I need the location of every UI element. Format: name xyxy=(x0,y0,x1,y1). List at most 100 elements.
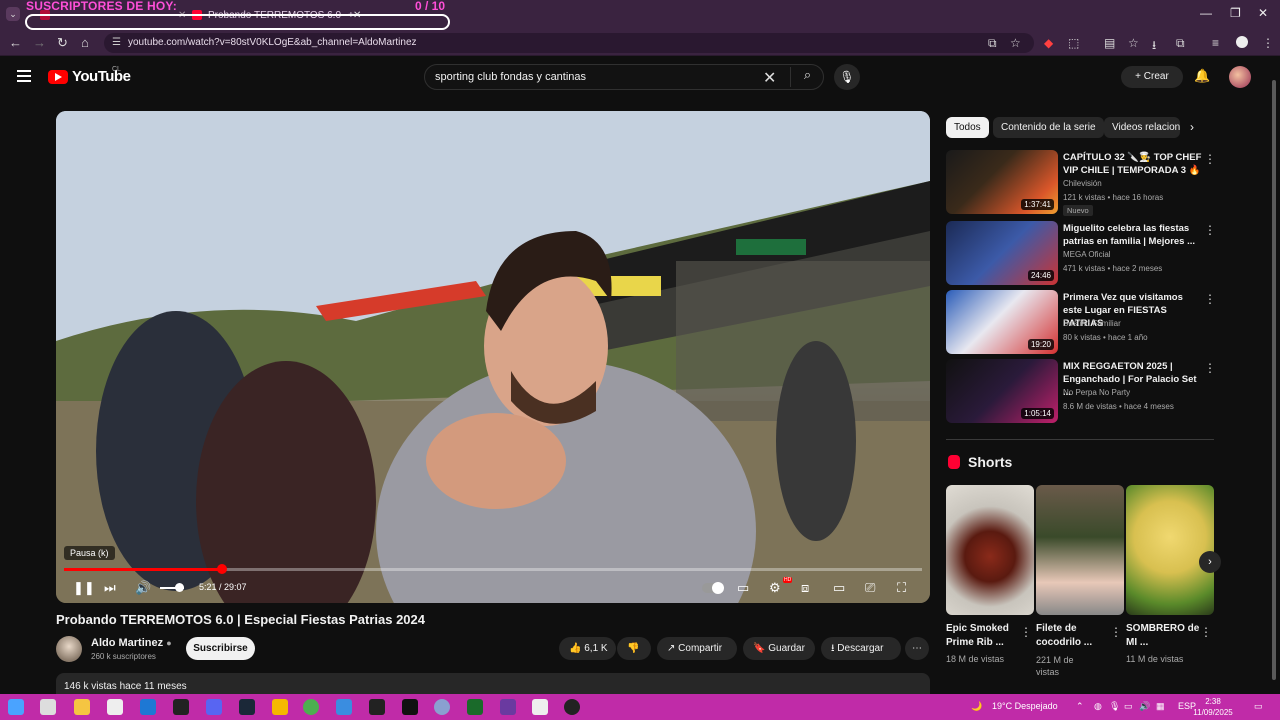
microphone-icon[interactable]: 🎙 xyxy=(834,64,860,90)
short-title[interactable]: SOMBRERO de MI ... xyxy=(1126,622,1200,650)
more-options-icon[interactable]: ⋮ xyxy=(1110,625,1122,639)
video-thumbnail[interactable]: 1:37:41 xyxy=(946,150,1058,214)
more-options-icon[interactable]: ⋮ xyxy=(1204,361,1216,375)
video-title[interactable]: CAPÍTULO 32 🔪👨‍🍳 TOP CHEF VIP CHILE | TE… xyxy=(1063,151,1203,177)
obs-icon[interactable] xyxy=(564,699,580,715)
extensions-icon[interactable]: ⬚ xyxy=(1068,36,1079,50)
channel-name[interactable]: Destino Familiar xyxy=(1063,319,1121,328)
recommended-video[interactable]: 19:20 Primera Vez que visitamos este Lug… xyxy=(946,290,1216,354)
progress-scrubber[interactable] xyxy=(216,564,227,574)
start-windows-icon[interactable] xyxy=(8,699,24,715)
weather-icon[interactable]: 🌙 xyxy=(971,701,982,712)
restore-icon[interactable]: ❐ xyxy=(1230,6,1241,20)
more-options-icon[interactable]: ⋮ xyxy=(1204,152,1216,166)
short-item[interactable]: Filete de cocodrilo ... 221 M de vistas … xyxy=(1036,485,1124,677)
app-icon[interactable] xyxy=(467,699,483,715)
autoplay-toggle[interactable] xyxy=(702,582,724,594)
weather-text[interactable]: 19°C Despejado xyxy=(992,701,1058,711)
capcut-icon[interactable] xyxy=(369,699,385,715)
youtube-logo[interactable]: YouTube CL xyxy=(48,66,131,85)
channel-name[interactable]: MEGA Oficial xyxy=(1063,250,1111,259)
description-box[interactable]: 146 k vistas hace 11 meses xyxy=(56,673,930,695)
video-player[interactable]: Pausa (k) ❚❚ ⏭ 🔊 5:21 / 29:07 ▭ ⚙ HD ⧈ ▭… xyxy=(56,111,930,603)
chevron-right-icon[interactable]: › xyxy=(1190,120,1194,134)
search-input[interactable]: sporting club fondas y cantinas xyxy=(435,71,586,83)
video-title[interactable]: Miguelito celebra las fiestas patrias en… xyxy=(1063,222,1203,248)
site-info-icon[interactable]: ☰ xyxy=(112,37,121,48)
recommended-video[interactable]: 1:37:41 CAPÍTULO 32 🔪👨‍🍳 TOP CHEF VIP CH… xyxy=(946,150,1216,216)
back-icon[interactable]: ← xyxy=(9,35,22,50)
reading-icon[interactable]: ▤ xyxy=(1104,36,1115,50)
steam-icon[interactable] xyxy=(239,699,255,715)
network-icon[interactable]: ▦ xyxy=(1156,701,1165,712)
fullscreen-icon[interactable]: ⛶ xyxy=(897,580,906,596)
notepad-icon[interactable] xyxy=(532,699,548,715)
profile-icon[interactable] xyxy=(1236,36,1248,48)
short-title[interactable]: Epic Smoked Prime Rib ... xyxy=(946,622,1020,650)
forward-icon[interactable]: → xyxy=(33,35,46,50)
rockstar-icon[interactable] xyxy=(272,699,288,715)
close-window-icon[interactable]: ✕ xyxy=(1258,6,1268,20)
sidebar-icon[interactable]: ≡ xyxy=(1212,36,1219,50)
short-thumbnail[interactable] xyxy=(946,485,1034,615)
create-button[interactable]: + Crear xyxy=(1121,66,1183,88)
chrome-icon[interactable] xyxy=(303,699,319,715)
more-options-icon[interactable]: ⋮ xyxy=(1200,625,1212,639)
minimize-icon[interactable]: — xyxy=(1200,6,1212,20)
short-title[interactable]: Filete de cocodrilo ... xyxy=(1036,622,1110,650)
shorts-next-icon[interactable]: › xyxy=(1199,551,1221,573)
more-options-icon[interactable]: ⋮ xyxy=(1204,223,1216,237)
like-button[interactable]: 👍 6,1 K xyxy=(559,637,616,660)
reload-icon[interactable]: ↻ xyxy=(57,35,68,51)
short-thumbnail[interactable] xyxy=(1036,485,1124,615)
subscribe-button[interactable]: Suscribirse xyxy=(186,637,255,660)
store-icon[interactable] xyxy=(107,699,123,715)
short-thumbnail[interactable] xyxy=(1126,485,1214,615)
channel-avatar[interactable] xyxy=(56,636,82,662)
pause-icon[interactable]: ❚❚ xyxy=(73,580,95,596)
chip-all[interactable]: Todos xyxy=(946,117,989,138)
discord-icon[interactable] xyxy=(206,699,222,715)
taskbar-clock[interactable]: 2:38 11/09/2025 xyxy=(1193,696,1232,718)
page-scrollbar[interactable] xyxy=(1270,60,1278,695)
translate-icon[interactable]: ⧉ xyxy=(1176,36,1185,51)
volume-icon[interactable]: 🔊 xyxy=(135,580,151,596)
file-explorer-icon[interactable] xyxy=(74,699,90,715)
more-actions-icon[interactable]: ⋯ xyxy=(905,637,929,660)
video-thumbnail[interactable]: 24:46 xyxy=(946,221,1058,285)
url-field[interactable]: ☰ youtube.com/watch?v=80stV0KLOgE&ab_cha… xyxy=(104,33,1034,53)
account-avatar[interactable] xyxy=(1229,66,1251,88)
progress-bar[interactable] xyxy=(64,564,922,574)
volume-knob[interactable] xyxy=(175,583,185,592)
download-button[interactable]: ⭳ Descargar xyxy=(821,637,901,660)
chip-series-content[interactable]: Contenido de la serie xyxy=(993,117,1104,138)
short-item[interactable]: SOMBRERO de MI ... 11 M de vistas ⋮ xyxy=(1126,485,1214,664)
outlook-icon[interactable] xyxy=(140,699,156,715)
epic-games-icon[interactable] xyxy=(173,699,189,715)
app-icon[interactable] xyxy=(500,699,516,715)
app-icon[interactable] xyxy=(336,699,352,715)
recommended-video[interactable]: 1:05:14 MIX REGGAETON 2025 | Enganchado … xyxy=(946,359,1216,423)
install-app-icon[interactable]: ⧉ xyxy=(988,36,997,51)
video-thumbnail[interactable]: 19:20 xyxy=(946,290,1058,354)
search-icon[interactable]: ⌕ xyxy=(790,67,824,87)
video-thumbnail[interactable]: 1:05:14 xyxy=(946,359,1058,423)
share-button[interactable]: ↗ Compartir xyxy=(657,637,737,660)
notifications-bell-icon[interactable]: 🔔 xyxy=(1194,68,1210,84)
bookmark-star-icon[interactable]: ☆ xyxy=(1010,36,1021,50)
channel-name[interactable]: No Perpa No Party xyxy=(1063,388,1130,397)
recommended-video[interactable]: 24:46 Miguelito celebra las fiestas patr… xyxy=(946,221,1216,285)
dislike-button[interactable]: 👎 xyxy=(617,637,651,660)
notifications-icon[interactable]: ▭ xyxy=(1254,701,1263,712)
menu-icon[interactable]: ⋮ xyxy=(1262,36,1274,50)
cast-icon[interactable]: ⎚ xyxy=(865,580,875,596)
clear-search-icon[interactable]: ✕ xyxy=(763,68,776,88)
tray-icon[interactable]: ◍ xyxy=(1094,701,1102,712)
home-icon[interactable]: ⌂ xyxy=(81,35,89,50)
app-icon[interactable] xyxy=(434,699,450,715)
subtitles-icon[interactable]: ▭ xyxy=(737,580,749,596)
volume-tray-icon[interactable]: 🔊 xyxy=(1139,701,1150,712)
settings-gear-icon[interactable]: ⚙ xyxy=(769,580,781,596)
search-box[interactable]: sporting club fondas y cantinas ✕ ⌕ xyxy=(424,64,824,90)
task-view-icon[interactable] xyxy=(40,699,56,715)
